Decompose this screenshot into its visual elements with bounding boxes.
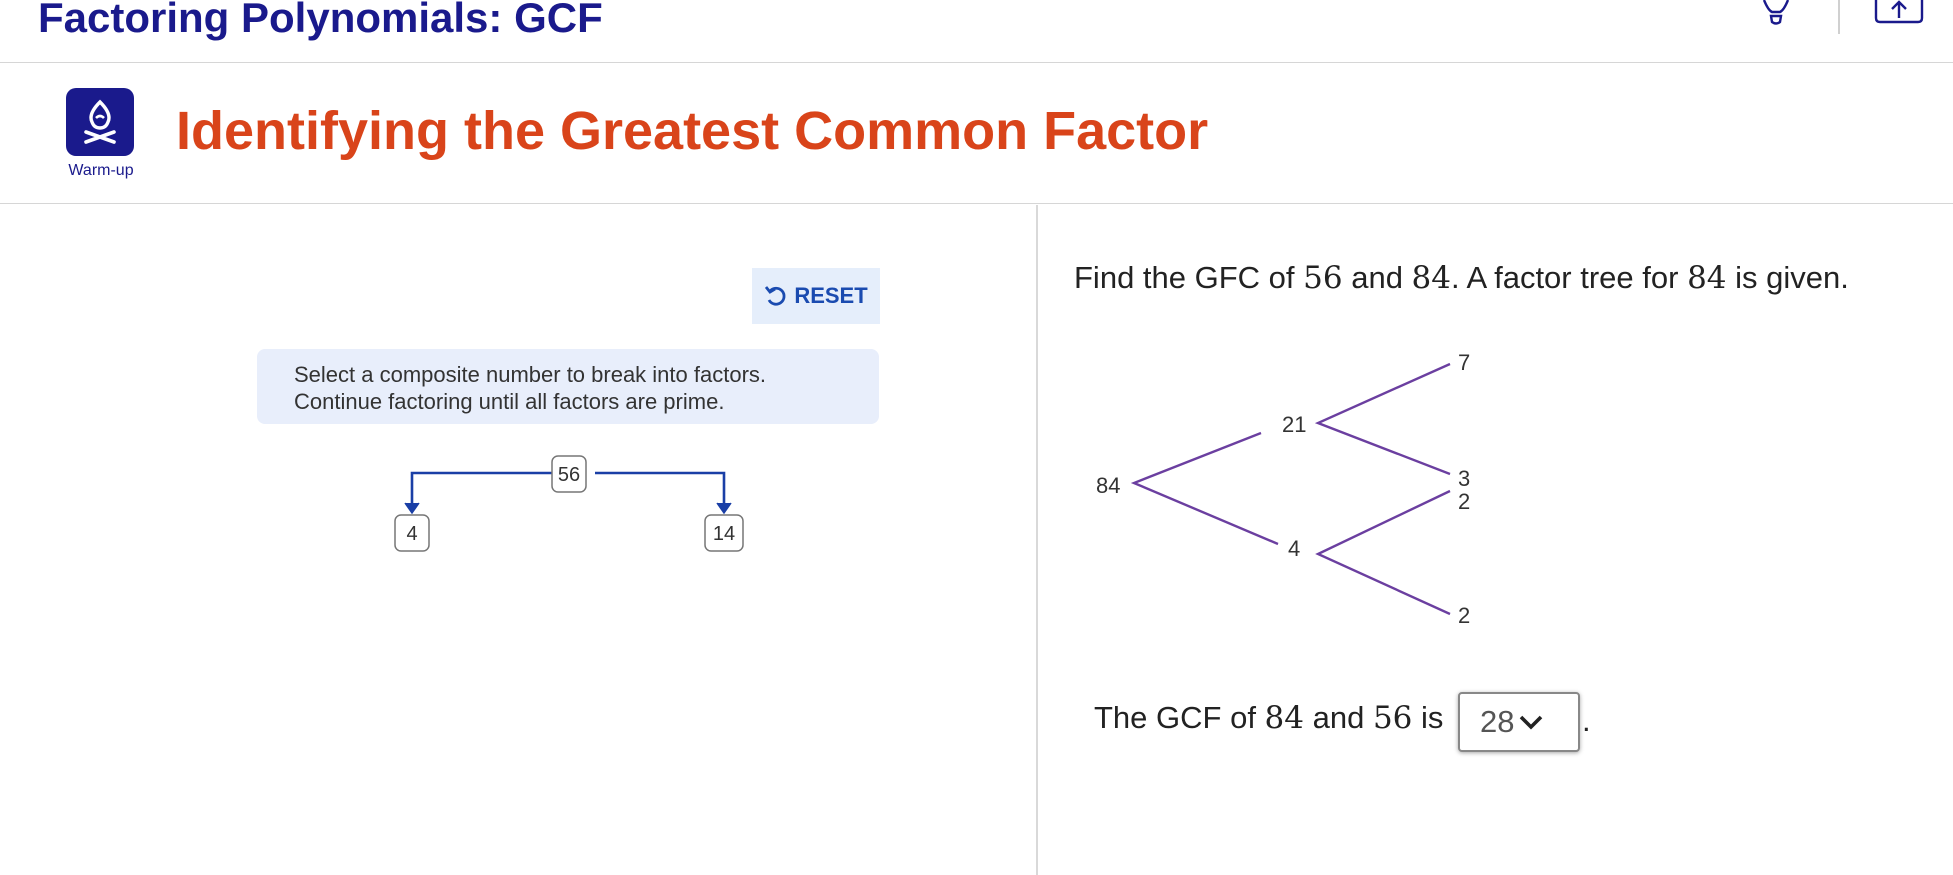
panel-divider [1036,205,1038,875]
reset-button[interactable]: RESET [752,268,880,324]
question-part-4: is given. [1726,260,1849,295]
tree-node-4: 4 [1288,536,1300,561]
question-number-1: 56 [1303,260,1343,296]
tree-edge-21 [1314,362,1451,476]
tree-leaf-7: 7 [1458,350,1470,375]
instruction-line-2: Continue factoring until all factors are… [294,389,725,414]
campfire-icon [84,99,116,144]
question-part-2: and [1342,260,1412,295]
factor-node-root[interactable]: 56 [551,455,587,493]
instruction-line-1: Select a composite number to break into … [294,362,767,387]
factor-node-left-label: 4 [406,523,417,545]
instruction-box: Select a composite number to break into … [257,349,879,424]
answer-part-1: The GCF of [1094,700,1265,735]
reset-label: RESET [794,283,868,308]
factor-node-root-label: 56 [558,464,580,486]
warmup-label: Warm-up [68,162,134,179]
factor-node-right[interactable]: 14 [704,514,744,552]
question-part-1: Find the GFC of [1074,260,1304,295]
tree-leaf-3: 3 [1458,466,1470,491]
question-number-2: 84 [1411,260,1451,296]
tree-edge-4 [1315,489,1451,616]
tree-leaf-2b: 2 [1458,603,1470,628]
export-icon[interactable] [1874,0,1924,24]
header-divider [1838,0,1840,34]
answer-period: . [1582,703,1591,738]
question-number-3: 84 [1687,260,1727,296]
chevron-down-icon [1520,715,1543,730]
arrow-head-left [404,502,420,515]
lightbulb-icon[interactable] [1760,0,1792,26]
answer-part-2: and [1304,700,1373,735]
course-title: Factoring Polynomials: GCF [38,0,603,41]
tree-leaf-2a: 2 [1458,489,1470,514]
question-text: Find the GFC of 56 and 84. A factor tree… [1074,260,1849,296]
question-part-3: . A factor tree for [1451,260,1688,295]
section-title: Identifying the Greatest Common Factor [176,101,1209,161]
warmup-badge [66,88,134,156]
tree-branch-right [595,471,726,508]
undo-icon [765,286,786,306]
tree-edge-84 [1130,431,1279,546]
arrow-head-right [716,502,732,515]
tree-node-21: 21 [1282,412,1306,437]
answer-number-2: 56 [1372,700,1413,736]
top-header: Factoring Polynomials: GCF [0,0,1953,63]
answer-part-3: is [1412,700,1444,735]
answer-number-1: 84 [1264,700,1304,736]
tree-node-84: 84 [1096,473,1120,498]
gcf-selected-value: 28 [1480,704,1515,739]
factor-node-left[interactable]: 4 [394,514,430,552]
gcf-answer-dropdown[interactable]: 28 [1458,692,1580,752]
answer-text: The GCF of 84 and 56 is [1094,700,1443,736]
section-header: Warm-up Identifying the Greatest Common … [0,62,1953,204]
tree-branch-left [410,471,552,508]
factor-node-right-label: 14 [713,523,735,545]
page: Factoring Polynomials: GCF Warm-up Ident… [0,0,1953,875]
